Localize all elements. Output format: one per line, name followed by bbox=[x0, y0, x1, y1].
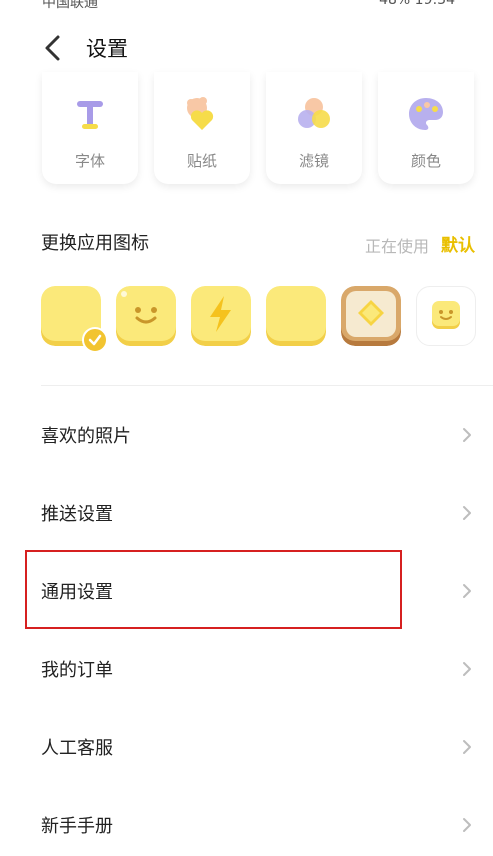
tool-card-color[interactable]: 颜色 bbox=[378, 72, 474, 184]
menu-label: 喜欢的照片 bbox=[41, 426, 131, 447]
tool-row: 字体 贴纸 滤镜 颜色 bbox=[0, 72, 493, 190]
chevron-right-icon bbox=[463, 506, 471, 520]
menu-label: 人工客服 bbox=[41, 738, 113, 759]
sticker-icon bbox=[187, 97, 214, 130]
font-icon bbox=[77, 101, 103, 129]
chevron-right-icon bbox=[463, 428, 471, 442]
menu-item-favorite-photos[interactable]: 喜欢的照片 bbox=[0, 406, 493, 466]
chevron-right-icon bbox=[463, 584, 471, 598]
carrier-label: 中国联通 bbox=[42, 0, 98, 10]
tool-card-sticker[interactable]: 贴纸 bbox=[154, 72, 250, 184]
chevron-right-icon bbox=[463, 662, 471, 676]
selected-check-icon bbox=[82, 327, 108, 353]
menu-item-customer-service[interactable]: 人工客服 bbox=[0, 718, 493, 778]
menu-label: 通用设置 bbox=[41, 582, 113, 603]
tool-label-filter: 滤镜 bbox=[298, 152, 329, 170]
menu-item-my-orders[interactable]: 我的订单 bbox=[0, 640, 493, 700]
battery-level: 48% bbox=[379, 0, 411, 8]
chevron-right-icon bbox=[463, 740, 471, 754]
lightning-icon[interactable] bbox=[191, 286, 251, 346]
status-right: 48% 19:34 bbox=[379, 0, 455, 8]
smile-icon[interactable] bbox=[116, 286, 176, 346]
clock-time: 19:34 bbox=[414, 0, 455, 8]
header: 设置 bbox=[0, 28, 493, 68]
app-icon-section-title: 更换应用图标 bbox=[41, 233, 149, 254]
tool-card-filter[interactable]: 滤镜 bbox=[266, 72, 362, 184]
menu-label: 我的订单 bbox=[41, 660, 113, 681]
toast-icon[interactable] bbox=[341, 286, 401, 346]
menu-item-beginner-guide[interactable]: 新手手册 bbox=[0, 796, 493, 856]
small-smile-icon[interactable] bbox=[416, 286, 476, 346]
section-divider bbox=[41, 385, 493, 386]
app-icon-list bbox=[0, 286, 493, 356]
palette-icon bbox=[409, 98, 443, 130]
tool-label-font: 字体 bbox=[74, 152, 105, 170]
menu-label: 新手手册 bbox=[41, 816, 113, 837]
current-icon-status-value: 默认 bbox=[441, 236, 475, 256]
tool-label-sticker: 贴纸 bbox=[186, 152, 217, 170]
status-bar: 中国联通 48% 19:34 bbox=[0, 0, 493, 10]
tool-label-color: 颜色 bbox=[410, 152, 441, 170]
menu-label: 推送设置 bbox=[41, 504, 113, 525]
tool-card-font[interactable]: 字体 bbox=[42, 72, 138, 184]
menu-item-general-settings[interactable]: 通用设置 bbox=[0, 562, 493, 622]
filter-icon bbox=[298, 98, 330, 128]
menu-item-push-settings[interactable]: 推送设置 bbox=[0, 484, 493, 544]
back-arrow-icon[interactable] bbox=[38, 32, 68, 64]
plain-yellow-icon[interactable] bbox=[266, 286, 326, 346]
page-title: 设置 bbox=[86, 37, 128, 61]
chevron-right-icon bbox=[463, 818, 471, 832]
current-icon-status-label: 正在使用 bbox=[364, 237, 429, 256]
